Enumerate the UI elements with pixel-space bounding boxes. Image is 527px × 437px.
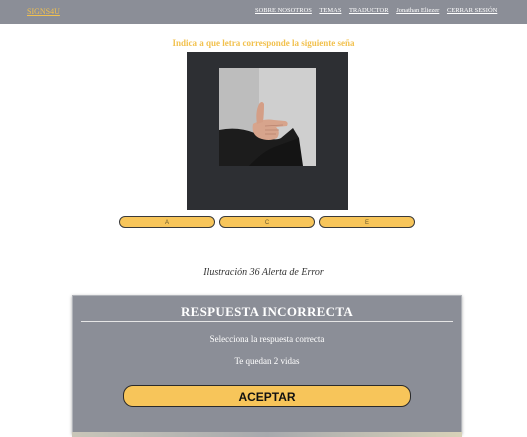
nav-link-temas[interactable]: TEMAS [319,7,341,14]
top-navbar: SIGNS4U SOBRE NOSOTROS TEMAS TRADUCTOR J… [0,0,527,24]
nav-links: SOBRE NOSOTROS TEMAS TRADUCTOR Jonathan … [255,7,503,14]
background-strip [72,432,462,437]
alert-message: Selecciona la respuesta correcta [209,334,325,344]
alert-divider [81,321,453,322]
error-alert-dialog: RESPUESTA INCORRECTA Selecciona la respu… [72,295,462,434]
sign-image-frame [187,52,348,210]
nav-link-traductor[interactable]: TRADUCTOR [349,7,389,14]
alert-lives-remaining: Te quedan 2 vidas [234,356,300,366]
brand-link[interactable]: SIGNS4U [27,7,60,16]
answer-button-a[interactable]: A [119,216,215,228]
accept-button[interactable]: ACEPTAR [123,385,411,407]
figure-caption: Ilustración 36 Alerta de Error [203,267,324,278]
nav-link-cerrar-sesion[interactable]: CERRAR SESIÓN [447,7,497,14]
nav-link-sobre-nosotros[interactable]: SOBRE NOSOTROS [255,7,312,14]
alert-title: RESPUESTA INCORRECTA [180,304,354,319]
quiz-prompt: Indica a que letra corresponde la siguie… [172,38,355,48]
answer-button-c[interactable]: C [219,216,315,228]
hand-sign-illustration [219,68,316,166]
answer-button-e[interactable]: E [319,216,415,228]
nav-link-user[interactable]: Jonathan Eliezer [396,7,439,14]
answer-options: A C E [119,216,417,229]
hand-sign-photo [219,68,316,166]
